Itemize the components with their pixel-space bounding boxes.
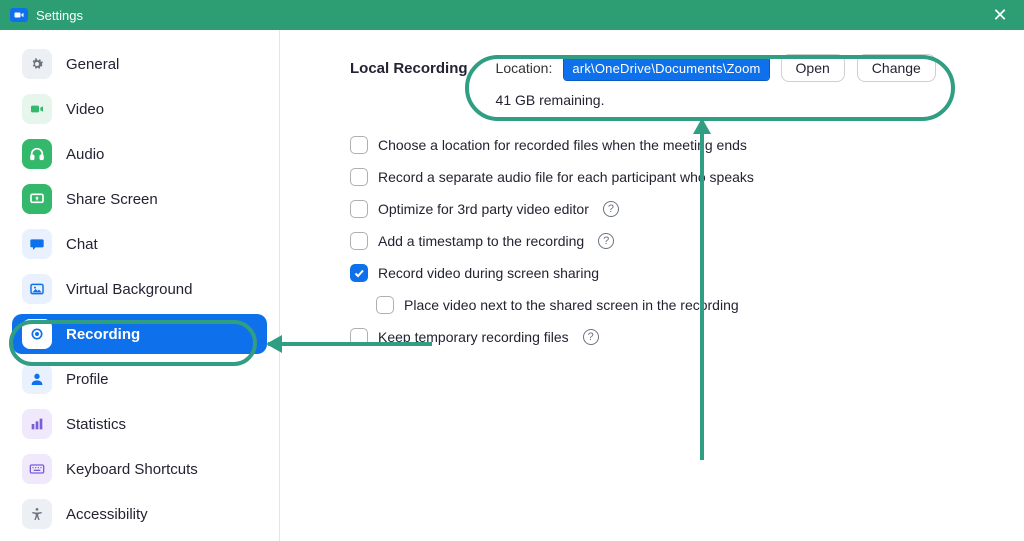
sidebar-item-label: Virtual Background [66,281,192,298]
sidebar-item-profile[interactable]: Profile [12,359,267,399]
checkbox[interactable] [350,232,368,250]
accessibility-icon [22,499,52,529]
close-button[interactable]: ✕ [986,6,1014,24]
sidebar-item-label: Chat [66,236,98,253]
checkbox-checked[interactable] [350,264,368,282]
help-icon[interactable]: ? [603,201,619,217]
checkbox[interactable] [350,328,368,346]
sidebar-item-label: Video [66,101,104,118]
option-label: Add a timestamp to the recording [378,233,584,249]
checkbox[interactable] [350,200,368,218]
sidebar-item-virtual-background[interactable]: Virtual Background [12,269,267,309]
checkbox[interactable] [350,136,368,154]
section-title: Local Recording [350,54,468,77]
sidebar-item-label: Accessibility [66,506,148,523]
sidebar-item-label: Recording [66,326,140,343]
option-label: Place video next to the shared screen in… [404,297,739,313]
option-label: Keep temporary recording files [378,329,569,345]
virtual-background-icon [22,274,52,304]
opt-optimize-3rdparty[interactable]: Optimize for 3rd party video editor ? [350,200,984,218]
sidebar-item-chat[interactable]: Chat [12,224,267,264]
help-icon[interactable]: ? [583,329,599,345]
help-icon[interactable]: ? [598,233,614,249]
sidebar-item-statistics[interactable]: Statistics [12,404,267,444]
option-label: Optimize for 3rd party video editor [378,201,589,217]
statistics-icon [22,409,52,439]
option-label: Choose a location for recorded files whe… [378,137,747,153]
sidebar-item-general[interactable]: General [12,44,267,84]
share-screen-icon [22,184,52,214]
sidebar-item-audio[interactable]: Audio [12,134,267,174]
option-label: Record video during screen sharing [378,265,599,281]
opt-record-video-screenshare[interactable]: Record video during screen sharing [350,264,984,282]
sidebar-item-share-screen[interactable]: Share Screen [12,179,267,219]
location-path[interactable]: ark\OneDrive\Documents\Zoom [564,57,768,80]
keyboard-icon [22,454,52,484]
checkbox[interactable] [350,168,368,186]
recording-options: Choose a location for recorded files whe… [350,136,984,346]
change-button[interactable]: Change [857,54,936,82]
sidebar-item-accessibility[interactable]: Accessibility [12,494,267,534]
window-title: Settings [36,8,83,23]
sidebar-item-label: Audio [66,146,104,163]
opt-choose-location[interactable]: Choose a location for recorded files whe… [350,136,984,154]
sidebar-item-label: Statistics [66,416,126,433]
sidebar-item-label: Share Screen [66,191,158,208]
sidebar-item-label: Profile [66,371,109,388]
opt-separate-audio[interactable]: Record a separate audio file for each pa… [350,168,984,186]
profile-icon [22,364,52,394]
opt-keep-temp-files[interactable]: Keep temporary recording files ? [350,328,984,346]
sidebar-item-label: General [66,56,119,73]
option-label: Record a separate audio file for each pa… [378,169,754,185]
sidebar-item-video[interactable]: Video [12,89,267,129]
open-button[interactable]: Open [781,54,845,82]
sidebar-item-label: Keyboard Shortcuts [66,461,198,478]
chat-icon [22,229,52,259]
video-icon [22,94,52,124]
headphones-icon [22,139,52,169]
sidebar-item-keyboard-shortcuts[interactable]: Keyboard Shortcuts [12,449,267,489]
checkbox[interactable] [376,296,394,314]
opt-place-video-shared[interactable]: Place video next to the shared screen in… [376,296,984,314]
location-label: Location: [496,60,553,76]
record-icon [22,319,52,349]
sidebar-item-recording[interactable]: Recording [12,314,267,354]
remaining-space-text: 41 GB remaining. [496,92,936,108]
opt-timestamp[interactable]: Add a timestamp to the recording ? [350,232,984,250]
sidebar: General Video Audio Share Screen Chat [0,30,280,541]
titlebar: Settings ✕ [0,0,1024,30]
gear-icon [22,49,52,79]
app-icon [10,8,28,22]
main-panel: Local Recording Location: ark\OneDrive\D… [280,30,1024,541]
